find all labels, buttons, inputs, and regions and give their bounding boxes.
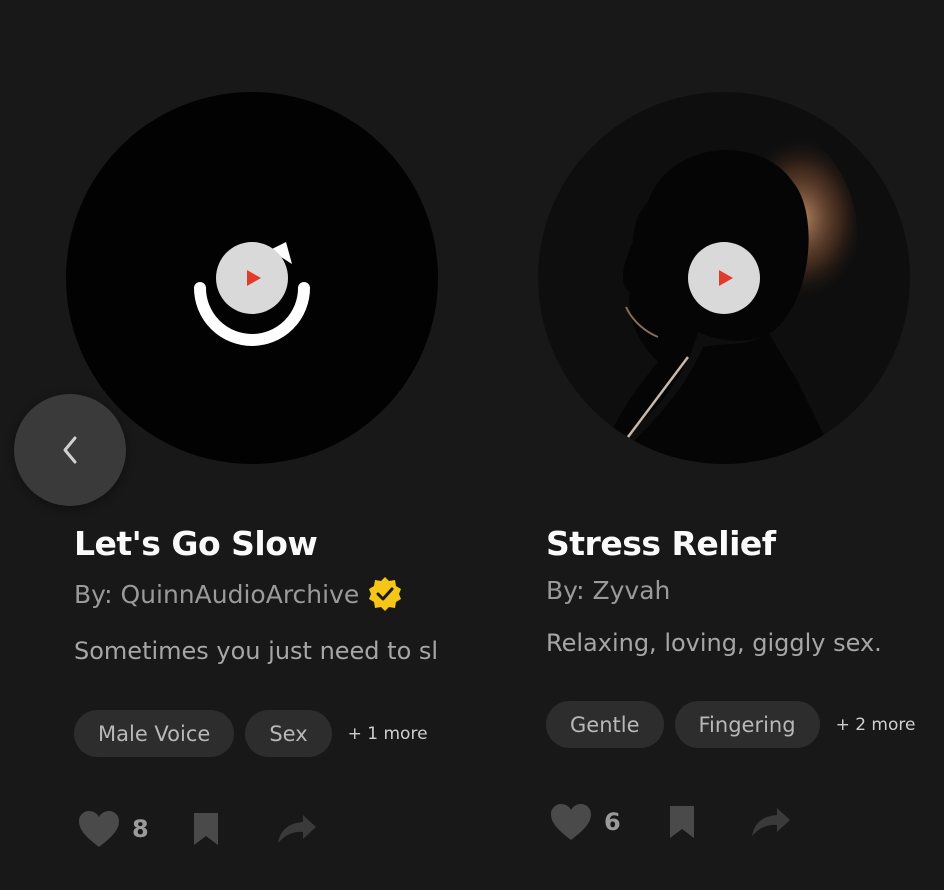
play-button[interactable] — [216, 242, 288, 314]
bookmark-button[interactable] — [193, 812, 219, 846]
like-button[interactable]: 6 — [550, 803, 621, 841]
heart-icon — [79, 811, 119, 847]
tag-chip[interactable]: Male Voice — [74, 710, 235, 757]
carousel-prev-button[interactable] — [14, 394, 126, 506]
like-button[interactable]: 8 — [78, 810, 149, 848]
share-button[interactable] — [751, 807, 791, 837]
play-icon — [719, 270, 733, 286]
tag-chip[interactable]: Fingering — [674, 701, 820, 748]
verified-badge-icon — [369, 577, 402, 611]
author-name[interactable]: By: QuinnAudioArchive — [74, 580, 359, 609]
more-tags-link[interactable]: + 2 more — [836, 715, 916, 735]
tag-list: Gentle Fingering + 2 more — [546, 701, 915, 748]
bookmark-button[interactable] — [669, 805, 695, 839]
bookmark-icon — [669, 806, 694, 838]
tag-list: Male Voice Sex + 1 more — [74, 710, 428, 757]
play-icon — [247, 270, 261, 286]
cover-art[interactable] — [538, 92, 910, 464]
tag-chip[interactable]: Gentle — [546, 701, 664, 748]
share-icon — [751, 808, 790, 836]
bookmark-icon — [193, 813, 218, 845]
card-description: Sometimes you just need to sl — [74, 637, 439, 665]
tag-chip[interactable]: Sex — [245, 710, 332, 757]
play-button[interactable] — [688, 242, 760, 314]
share-icon — [277, 815, 316, 843]
author-line[interactable]: By: QuinnAudioArchive — [74, 576, 403, 612]
share-button[interactable] — [277, 814, 317, 844]
card-title[interactable]: Let's Go Slow — [74, 524, 318, 563]
author-line[interactable]: By: Zyvah — [546, 576, 670, 605]
chevron-left-icon — [63, 436, 77, 464]
cover-art[interactable] — [66, 92, 438, 464]
card-actions: 6 — [550, 803, 791, 841]
like-count: 8 — [132, 815, 149, 843]
card-description: Relaxing, loving, giggly sex. — [546, 629, 882, 657]
card-actions: 8 — [78, 810, 317, 848]
card-title[interactable]: Stress Relief — [546, 524, 776, 563]
heart-icon — [551, 804, 591, 840]
author-name[interactable]: By: Zyvah — [546, 576, 670, 605]
more-tags-link[interactable]: + 1 more — [348, 724, 428, 744]
like-count: 6 — [604, 808, 621, 836]
